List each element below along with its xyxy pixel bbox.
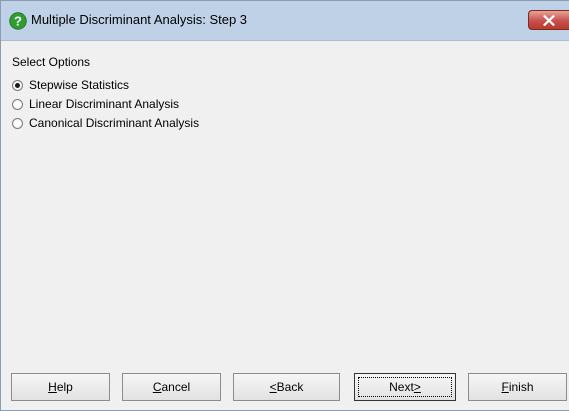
back-button[interactable]: < Back <box>233 373 340 401</box>
svg-text:?: ? <box>14 14 22 29</box>
select-options-label: Select Options <box>12 55 91 69</box>
radio-label: Stepwise Statistics <box>29 78 130 92</box>
help-button[interactable]: Help <box>11 373 110 401</box>
radio-label: Linear Discriminant Analysis <box>29 97 180 111</box>
finish-button[interactable]: Finish <box>468 373 567 401</box>
dialog-body: Select Options Stepwise Statistics Linea… <box>1 41 569 410</box>
cancel-button[interactable]: Cancel <box>122 373 221 401</box>
dialog-window: ? Multiple Discriminant Analysis: Step 3… <box>0 0 569 411</box>
close-icon <box>543 15 555 26</box>
radio-canonical-discriminant-analysis[interactable]: Canonical Discriminant Analysis <box>12 114 199 132</box>
window-title: Multiple Discriminant Analysis: Step 3 <box>31 12 248 27</box>
radio-stepwise-statistics[interactable]: Stepwise Statistics <box>12 76 129 94</box>
radio-button[interactable] <box>12 79 23 91</box>
radio-button[interactable] <box>12 98 23 110</box>
focus-rect <box>358 377 452 397</box>
close-button[interactable] <box>528 10 569 30</box>
help-question-icon: ? <box>9 12 27 30</box>
next-button[interactable]: Next > <box>354 373 456 401</box>
radio-label: Canonical Discriminant Analysis <box>29 116 200 130</box>
title-bar[interactable]: ? Multiple Discriminant Analysis: Step 3 <box>1 1 569 41</box>
radio-linear-discriminant-analysis[interactable]: Linear Discriminant Analysis <box>12 95 179 113</box>
radio-button[interactable] <box>12 117 23 129</box>
